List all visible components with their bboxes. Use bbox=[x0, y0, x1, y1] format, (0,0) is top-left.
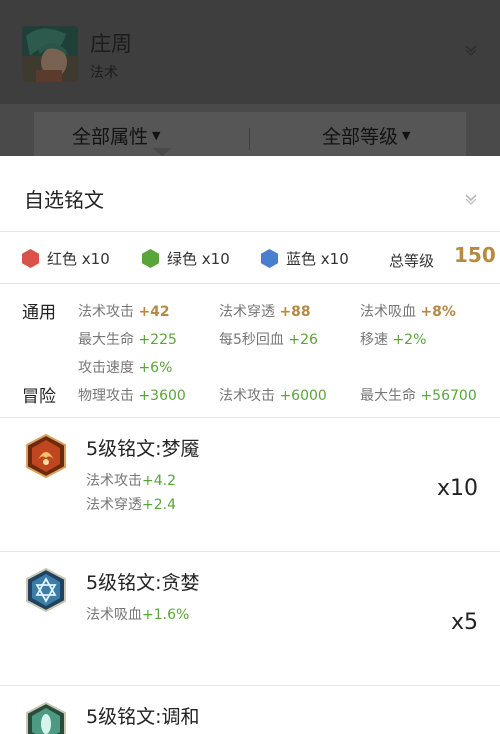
stats-summary: 通用 法术攻击 +42 法术穿透 +88 法术吸血 +8% 最大生命 +225 … bbox=[0, 284, 500, 418]
blue-count: 蓝色 x10 bbox=[261, 248, 349, 269]
color-summary: 红色 x10 绿色 x10 蓝色 x10 总等级 150 bbox=[0, 232, 500, 284]
rune-effect: 法术吸血+1.6% bbox=[86, 607, 190, 623]
rune-name: 5级铭文:调和 bbox=[86, 706, 200, 728]
stat-item: 移速 +2% bbox=[360, 332, 427, 348]
green-hexagon-icon bbox=[142, 249, 159, 268]
total-level-value: 150 bbox=[454, 243, 496, 267]
rune-name: 5级铭文:贪婪 bbox=[86, 572, 200, 594]
stat-item: 物理攻击 +3600 bbox=[78, 388, 186, 404]
red-count-label: 红色 x10 bbox=[47, 250, 110, 268]
rune-effect: 法术攻击+4.2 bbox=[86, 473, 176, 489]
filter-divider bbox=[249, 128, 250, 150]
chevron-down-icon[interactable] bbox=[464, 192, 478, 206]
adventure-label: 冒险 bbox=[22, 387, 56, 407]
rune-item[interactable]: 5级铭文:梦魇 法术攻击+4.2 法术穿透+2.4 x10 bbox=[0, 418, 500, 552]
attribute-filter-label: 全部属性 bbox=[72, 126, 149, 148]
red-rune-icon bbox=[26, 434, 66, 478]
hero-name: 庄周 bbox=[90, 32, 132, 56]
hero-selector[interactable]: 庄周 法术 bbox=[0, 0, 500, 104]
red-count: 红色 x10 bbox=[22, 248, 110, 269]
stat-item: 法术攻击 +6000 bbox=[219, 388, 327, 404]
green-count: 绿色 x10 bbox=[142, 248, 230, 269]
rune-panel: 自选铭文 红色 x10 绿色 x10 蓝色 x10 总等级 150 通用 法术攻… bbox=[0, 156, 500, 734]
stat-item: 每5秒回血 +26 bbox=[219, 332, 318, 348]
filter-notch bbox=[152, 148, 172, 156]
rune-page-title: 自选铭文 bbox=[24, 188, 104, 212]
green-count-label: 绿色 x10 bbox=[167, 250, 230, 268]
rune-effect: 法术穿透+2.4 bbox=[86, 497, 176, 513]
filter-bar: 全部属性 ▼ 全部等级 ▼ bbox=[0, 104, 500, 164]
green-rune-icon bbox=[26, 702, 66, 734]
rune-item[interactable]: 5级铭文:贪婪 法术吸血+1.6% x5 bbox=[0, 552, 500, 686]
stat-item: 攻击速度 +6% bbox=[78, 360, 173, 376]
stat-item: 法术吸血 +8% bbox=[360, 304, 456, 320]
stat-item: 法术穿透 +88 bbox=[219, 304, 311, 320]
rune-quantity: x10 bbox=[436, 476, 478, 501]
stat-item: 最大生命 +225 bbox=[78, 332, 177, 348]
attribute-filter[interactable]: 全部属性 ▼ bbox=[72, 122, 160, 149]
stat-item: 法术攻击 +42 bbox=[78, 304, 170, 320]
chevron-down-icon[interactable] bbox=[464, 42, 478, 56]
rune-quantity: x5 bbox=[450, 610, 478, 635]
rune-name: 5级铭文:梦魇 bbox=[86, 438, 200, 460]
total-level-label: 总等级 bbox=[389, 252, 435, 270]
hero-role: 法术 bbox=[90, 65, 118, 81]
blue-count-label: 蓝色 x10 bbox=[286, 250, 349, 268]
level-filter[interactable]: 全部等级 ▼ bbox=[322, 122, 410, 149]
stat-item: 最大生命 +56700 bbox=[360, 388, 477, 404]
chevron-down-icon: ▼ bbox=[402, 129, 411, 142]
red-hexagon-icon bbox=[22, 249, 39, 268]
general-label: 通用 bbox=[22, 303, 56, 323]
rune-page-selector[interactable]: 自选铭文 bbox=[0, 156, 500, 232]
chevron-down-icon: ▼ bbox=[152, 129, 161, 142]
blue-hexagon-icon bbox=[261, 249, 278, 268]
rune-item[interactable]: 5级铭文:调和 bbox=[0, 686, 500, 734]
blue-rune-icon bbox=[26, 568, 66, 612]
hero-avatar bbox=[22, 26, 78, 82]
level-filter-label: 全部等级 bbox=[322, 126, 399, 148]
